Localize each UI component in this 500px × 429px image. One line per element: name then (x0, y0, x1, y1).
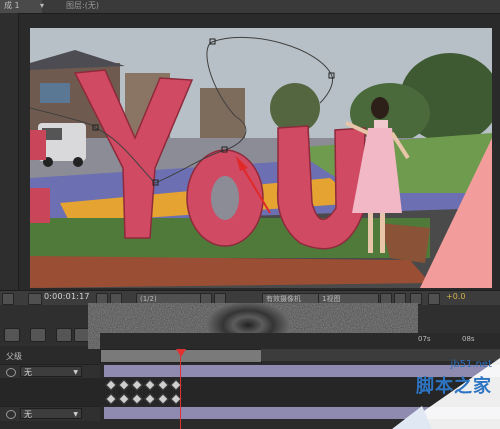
keyframe-diamond[interactable] (157, 393, 169, 405)
exposure-value[interactable]: +0.0 (446, 292, 465, 301)
current-time-display[interactable]: 0:00:01:17 (44, 292, 90, 301)
keyframe-diamond[interactable] (157, 379, 169, 391)
parent-select-value: 无 (24, 410, 32, 419)
keyframe-diamond[interactable] (105, 393, 117, 405)
time-ruler[interactable]: 07s 08s (100, 333, 500, 350)
watermark: jb51.net 脚本之家 (392, 358, 500, 429)
keyframe-diamond[interactable] (131, 379, 143, 391)
solo-icon[interactable] (4, 328, 20, 342)
chevron-down-icon: ▼ (73, 369, 78, 376)
draft-3d-icon[interactable] (30, 328, 46, 342)
ruler-label-08s: 08s (462, 335, 475, 343)
visibility-eye-icon[interactable] (6, 368, 16, 377)
viewer-image (30, 28, 492, 288)
keyframe-diamond[interactable] (131, 393, 143, 405)
keyframe-diamond[interactable] (144, 379, 156, 391)
playhead-line[interactable] (180, 349, 181, 429)
safe-zones-button[interactable] (28, 293, 42, 305)
motion-blur-icon[interactable] (56, 328, 72, 342)
left-panel-strip (0, 13, 19, 290)
layer-row[interactable]: 无 ▼ (0, 406, 100, 421)
timeline-toolbar (0, 326, 90, 346)
watermark-url: jb51.net (450, 359, 492, 370)
tab-composition[interactable]: 成 1 (0, 0, 42, 13)
tab-menu-button[interactable]: ▾ (38, 0, 46, 13)
panel-tab-bar: 成 1 ▾ 图层:(无) (0, 0, 500, 14)
magnification-button[interactable] (2, 293, 14, 305)
tab-layer[interactable]: 图层:(无) (62, 0, 103, 13)
playhead-handle[interactable] (176, 349, 186, 357)
keyframe-diamond[interactable] (105, 379, 117, 391)
keyframe-diamond[interactable] (118, 379, 130, 391)
keyframe-diamond[interactable] (118, 393, 130, 405)
exposure-reset-icon[interactable] (428, 293, 440, 305)
parent-select-value: 无 (24, 368, 32, 377)
parent-select[interactable]: 无 ▼ (20, 366, 82, 377)
keyframe-diamond[interactable] (144, 393, 156, 405)
watermark-name: 脚本之家 (416, 376, 492, 397)
layer-row[interactable]: 无 ▼ (0, 364, 100, 379)
parent-column-header: 父级 (0, 351, 100, 363)
chevron-down-icon: ▼ (73, 411, 78, 418)
ruler-label-07s: 07s (418, 335, 431, 343)
composition-viewer[interactable] (30, 28, 492, 288)
visibility-eye-icon[interactable] (6, 410, 16, 419)
parent-select[interactable]: 无 ▼ (20, 408, 82, 419)
